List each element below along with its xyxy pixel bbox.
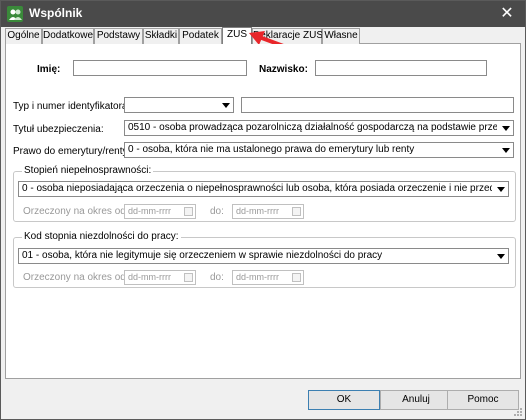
tab-dodatkowe[interactable]: Dodatkowe xyxy=(42,28,94,44)
tytul-label: Tytuł ubezpieczenia: xyxy=(13,124,104,135)
zus-panel: Imię: Nazwisko: Typ i numer identyfikato… xyxy=(5,44,521,379)
typ-identyfikatora-select[interactable] xyxy=(124,97,234,113)
resize-grip-icon[interactable] xyxy=(513,407,523,417)
dialog-window: Wspólnik ✕ Ogólne Dodatkowe Podstawy Skł… xyxy=(0,0,526,420)
tab-ogolne[interactable]: Ogólne xyxy=(5,28,42,44)
kod-group-title: Kod stopnia niezdolności do pracy: xyxy=(22,231,181,242)
chevron-down-icon xyxy=(497,187,505,192)
calendar-icon[interactable] xyxy=(292,207,301,216)
stopien-niepelnosprawnosci-group: Stopień niepełnosprawności: 0 - osoba ni… xyxy=(13,165,516,222)
stopien-group-title: Stopień niepełnosprawności: xyxy=(22,165,154,176)
stopien-od-label: Orzeczony na okres od: xyxy=(23,206,129,217)
stopien-do-label: do: xyxy=(210,206,224,217)
tab-skladki[interactable]: Składki xyxy=(143,28,179,44)
tab-podstawy[interactable]: Podstawy xyxy=(94,28,143,44)
stopien-od-date[interactable]: dd-mm-rrrr xyxy=(124,204,196,219)
kod-niezdolnosci-select[interactable]: 01 - osoba, która nie legitymuje się orz… xyxy=(18,248,509,264)
prawo-emerytury-select[interactable]: 0 - osoba, która nie ma ustalonego prawa… xyxy=(124,142,514,158)
chevron-down-icon xyxy=(497,254,505,259)
chevron-down-icon xyxy=(222,103,230,108)
stopien-niepelnosprawnosci-select[interactable]: 0 - osoba nieposiadająca orzeczenia o ni… xyxy=(18,181,509,197)
people-icon xyxy=(7,6,23,22)
close-icon: ✕ xyxy=(500,5,514,22)
nazwisko-label: Nazwisko: xyxy=(259,64,308,75)
calendar-icon[interactable] xyxy=(184,207,193,216)
kod-od-label: Orzeczony na okres od: xyxy=(23,272,129,283)
ok-button[interactable]: OK xyxy=(308,390,380,410)
nazwisko-input[interactable] xyxy=(315,60,487,76)
tab-wlasne[interactable]: Własne xyxy=(322,28,360,44)
tytul-ubezpieczenia-select[interactable]: 0510 - osoba prowadząca pozarolniczą dzi… xyxy=(124,120,514,136)
stopien-do-date[interactable]: dd-mm-rrrr xyxy=(232,204,304,219)
prawo-label: Prawo do emerytury/renty: xyxy=(13,146,131,157)
calendar-icon[interactable] xyxy=(184,273,193,282)
cancel-button[interactable]: Anuluj xyxy=(380,390,452,410)
title-bar[interactable]: Wspólnik ✕ xyxy=(1,1,525,27)
kod-do-date[interactable]: dd-mm-rrrr xyxy=(232,270,304,285)
chevron-down-icon xyxy=(502,126,510,131)
numer-identyfikatora-input[interactable] xyxy=(241,97,514,113)
imie-input[interactable] xyxy=(73,60,247,76)
kod-niezdolnosci-group: Kod stopnia niezdolności do pracy: 01 - … xyxy=(13,231,516,288)
tab-podatek[interactable]: Podatek xyxy=(179,28,222,44)
typ-label: Typ i numer identyfikatora: xyxy=(13,101,131,112)
kod-od-date[interactable]: dd-mm-rrrr xyxy=(124,270,196,285)
kod-do-label: do: xyxy=(210,272,224,283)
window-title: Wspólnik xyxy=(29,6,83,20)
calendar-icon[interactable] xyxy=(292,273,301,282)
close-button[interactable]: ✕ xyxy=(497,4,517,24)
chevron-down-icon xyxy=(502,148,510,153)
help-button[interactable]: Pomoc xyxy=(447,390,519,410)
imie-label: Imię: xyxy=(37,64,61,75)
